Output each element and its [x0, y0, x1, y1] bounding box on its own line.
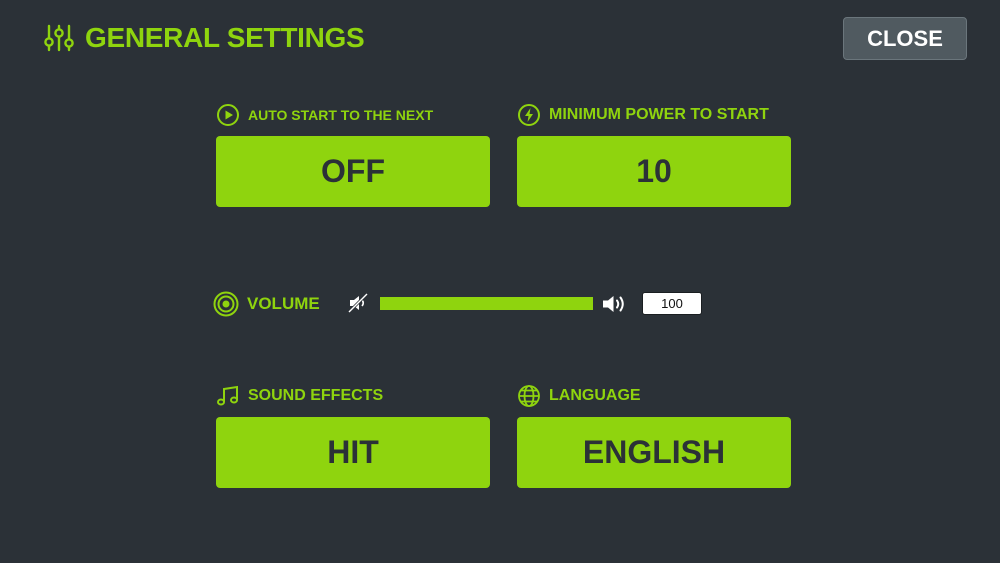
auto-start-label-group: AUTO START TO THE NEXT	[216, 103, 433, 127]
min-power-label-group: MINIMUM POWER TO START	[517, 103, 769, 127]
volume-label: VOLUME	[247, 294, 320, 313]
volume-value[interactable]: 100	[642, 292, 702, 315]
language-label: LANGUAGE	[549, 387, 641, 404]
target-icon	[213, 291, 239, 317]
min-power-button[interactable]: 10	[517, 136, 791, 207]
play-circle-icon	[217, 104, 239, 126]
close-button[interactable]: CLOSE	[843, 17, 967, 60]
language-button[interactable]: ENGLISH	[517, 417, 791, 488]
speaker-icon[interactable]	[601, 292, 627, 316]
lightning-circle-icon	[518, 104, 540, 126]
sound-effects-label: SOUND EFFECTS	[248, 387, 384, 404]
volume-label-group: VOLUME	[213, 291, 320, 317]
page-title: GENERAL SETTINGS	[85, 22, 365, 53]
volume-slider-fill	[380, 297, 593, 310]
globe-icon	[518, 385, 540, 407]
sound-effects-label-group: SOUND EFFECTS	[216, 384, 383, 408]
sliders-icon	[44, 24, 74, 52]
auto-start-button[interactable]: OFF	[216, 136, 490, 207]
sound-effects-button[interactable]: HIT	[216, 417, 490, 488]
auto-start-label: AUTO START TO THE NEXT	[248, 107, 434, 123]
music-note-icon	[217, 385, 238, 406]
language-label-group: LANGUAGE	[517, 384, 641, 408]
volume-slider[interactable]	[380, 297, 593, 310]
mute-icon[interactable]	[347, 292, 369, 314]
min-power-label: MINIMUM POWER TO START	[549, 106, 769, 123]
